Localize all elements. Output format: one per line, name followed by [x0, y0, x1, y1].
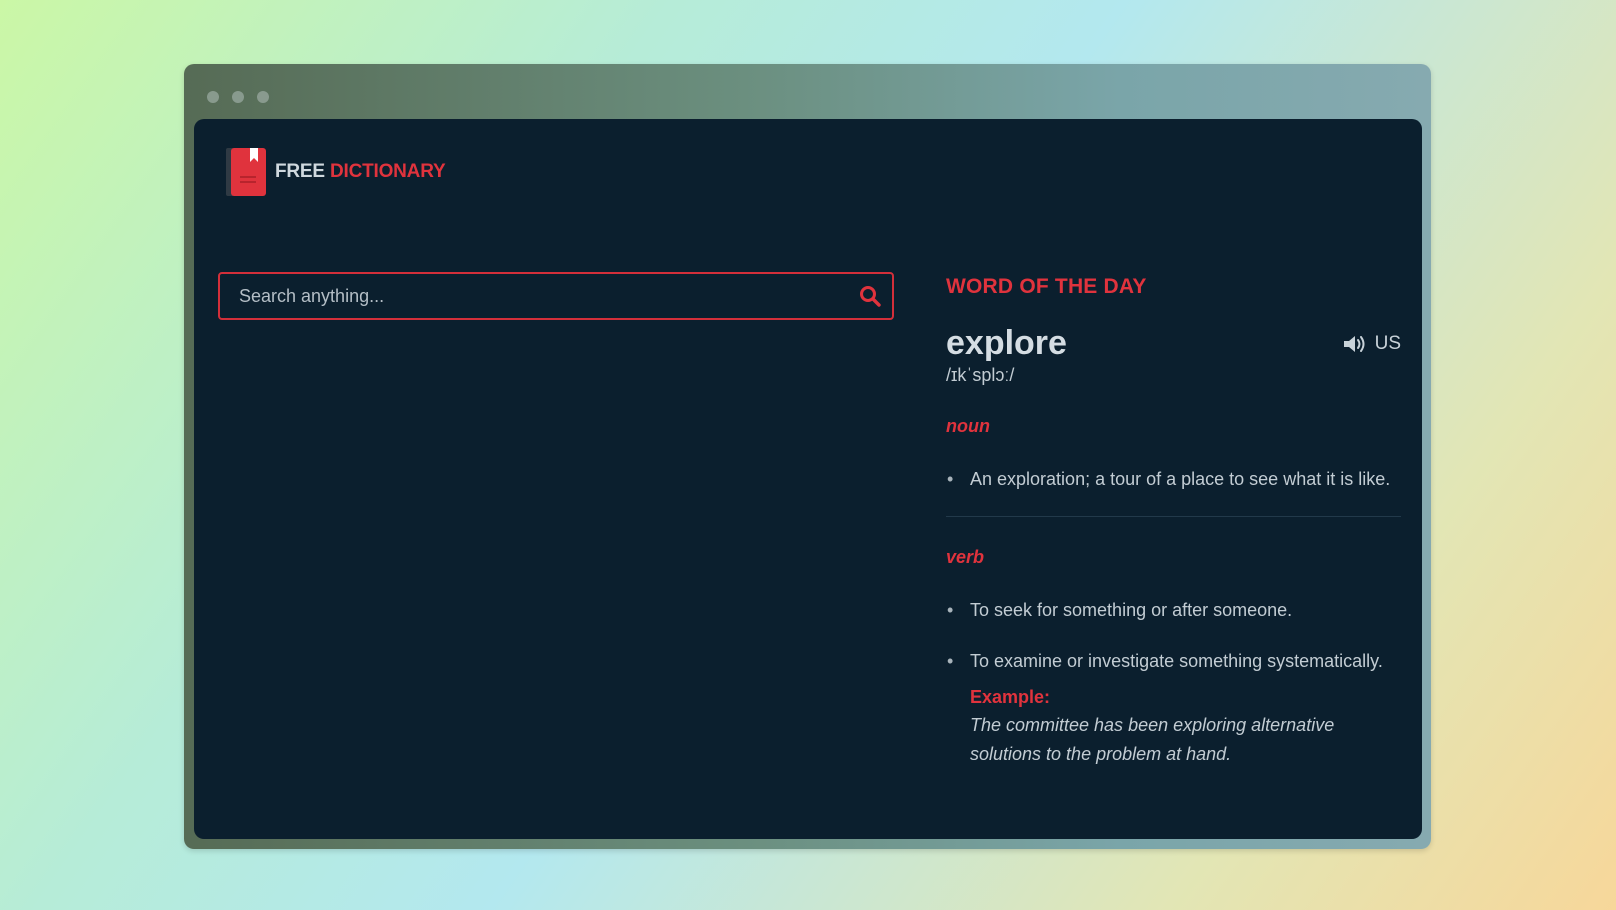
logo-free-text: FREE [275, 161, 325, 182]
definition-item: An exploration; a tour of a place to see… [946, 465, 1401, 494]
part-of-speech-noun: noun [946, 416, 990, 436]
app-content: FREE DICTIONARY WORD OF THE DAY explore [194, 119, 1422, 839]
search-input[interactable] [220, 284, 848, 308]
example-label: Example: [970, 687, 1051, 707]
definition-item: To seek for something or after someone. [946, 596, 1401, 625]
word-of-the-day-heading: WORD OF THE DAY [946, 275, 1147, 298]
logo-dictionary-text: DICTIONARY [329, 161, 446, 182]
divider [946, 516, 1401, 517]
phonetic: /ɪkˈsplɔː/ [946, 365, 1015, 385]
logo[interactable]: FREE DICTIONARY [226, 146, 446, 198]
word-title: explore [946, 324, 1067, 362]
search-icon [860, 286, 881, 307]
speaker-icon [1343, 336, 1365, 352]
logo-text: FREE DICTIONARY [275, 161, 446, 183]
browser-window: FREE DICTIONARY WORD OF THE DAY explore [184, 64, 1431, 849]
verb-definitions: To seek for something or after someone. … [946, 596, 1401, 769]
search-button[interactable] [848, 274, 892, 318]
search-bar [218, 272, 894, 320]
part-of-speech-verb: verb [946, 547, 985, 567]
minimize-dot[interactable] [232, 91, 244, 103]
book-icon [226, 146, 266, 198]
word-row: explore US [946, 324, 1401, 363]
audio-label: US [1374, 333, 1401, 354]
maximize-dot[interactable] [257, 91, 269, 103]
definition-text: To examine or investigate something syst… [970, 651, 1383, 671]
example-text: The committee has been exploring alterna… [970, 715, 1335, 764]
close-dot[interactable] [207, 91, 219, 103]
window-controls [207, 91, 269, 103]
audio-button[interactable]: US [1343, 333, 1401, 355]
word-of-the-day-panel: WORD OF THE DAY explore US /ɪkˈsplɔː/ no… [946, 272, 1401, 791]
noun-definitions: An exploration; a tour of a place to see… [946, 465, 1401, 494]
definition-item-with-example: To examine or investigate something syst… [946, 647, 1401, 769]
